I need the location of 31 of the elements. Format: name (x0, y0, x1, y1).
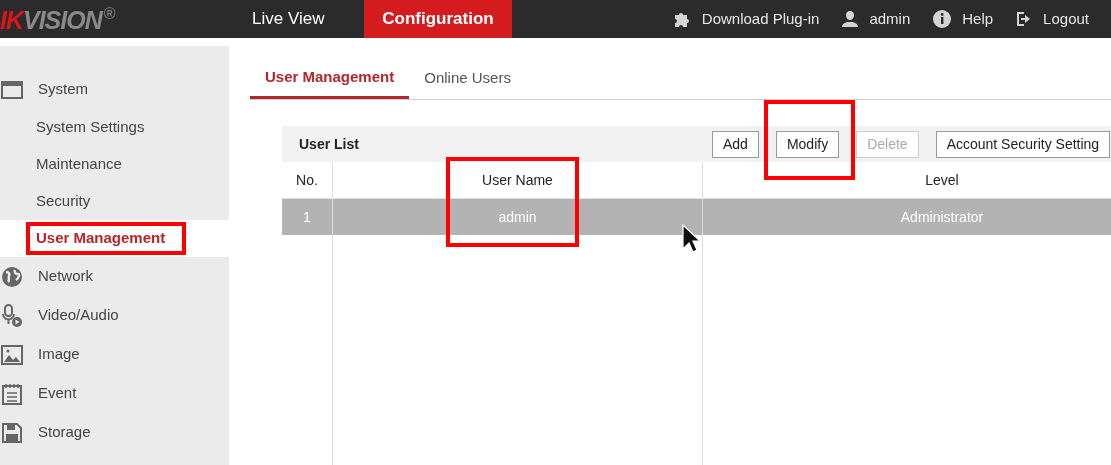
header-action[interactable]: Logout (1015, 0, 1089, 38)
info-icon (932, 9, 953, 29)
user-icon (841, 10, 860, 28)
toolbar-button[interactable]: Add (712, 130, 759, 158)
logo: IKVISION® (0, 4, 117, 36)
sidebar-item[interactable]: Image (0, 335, 229, 374)
header-action[interactable]: Help (932, 0, 994, 38)
sidebar-item[interactable]: Storage (0, 413, 229, 452)
sidebar-subitem[interactable]: System Settings (36, 116, 145, 139)
sidebar-subitem[interactable]: Security (36, 190, 91, 213)
table-title: User List (299, 134, 360, 154)
tab[interactable]: Online Users (409, 61, 526, 99)
toolbar-button[interactable]: Modify (775, 130, 840, 158)
header-action[interactable]: Download Plug-in (671, 0, 820, 38)
header-action[interactable]: admin (841, 0, 911, 38)
sidebar-item[interactable]: Video/Audio (0, 296, 229, 335)
image-icon (1, 344, 23, 365)
nav-tab[interactable]: Configuration (364, 0, 512, 38)
tab[interactable]: User Management (250, 61, 410, 99)
sidebar-item[interactable]: Event (0, 374, 229, 413)
table-cell: 1 (282, 199, 332, 235)
sidebar-item[interactable]: System (0, 70, 229, 109)
sidebar-item[interactable]: Network (0, 257, 229, 296)
nav-tab[interactable]: Live View (242, 0, 364, 38)
toolbar-button[interactable]: Account Security Setting (935, 130, 1111, 158)
window-icon (1, 80, 23, 99)
cursor-icon (682, 224, 700, 254)
calendar-list-icon (1, 382, 23, 405)
table-cell: admin (333, 199, 702, 235)
table-cell: Administrator (703, 199, 1111, 235)
sidebar-subitem[interactable]: Maintenance (36, 153, 122, 176)
